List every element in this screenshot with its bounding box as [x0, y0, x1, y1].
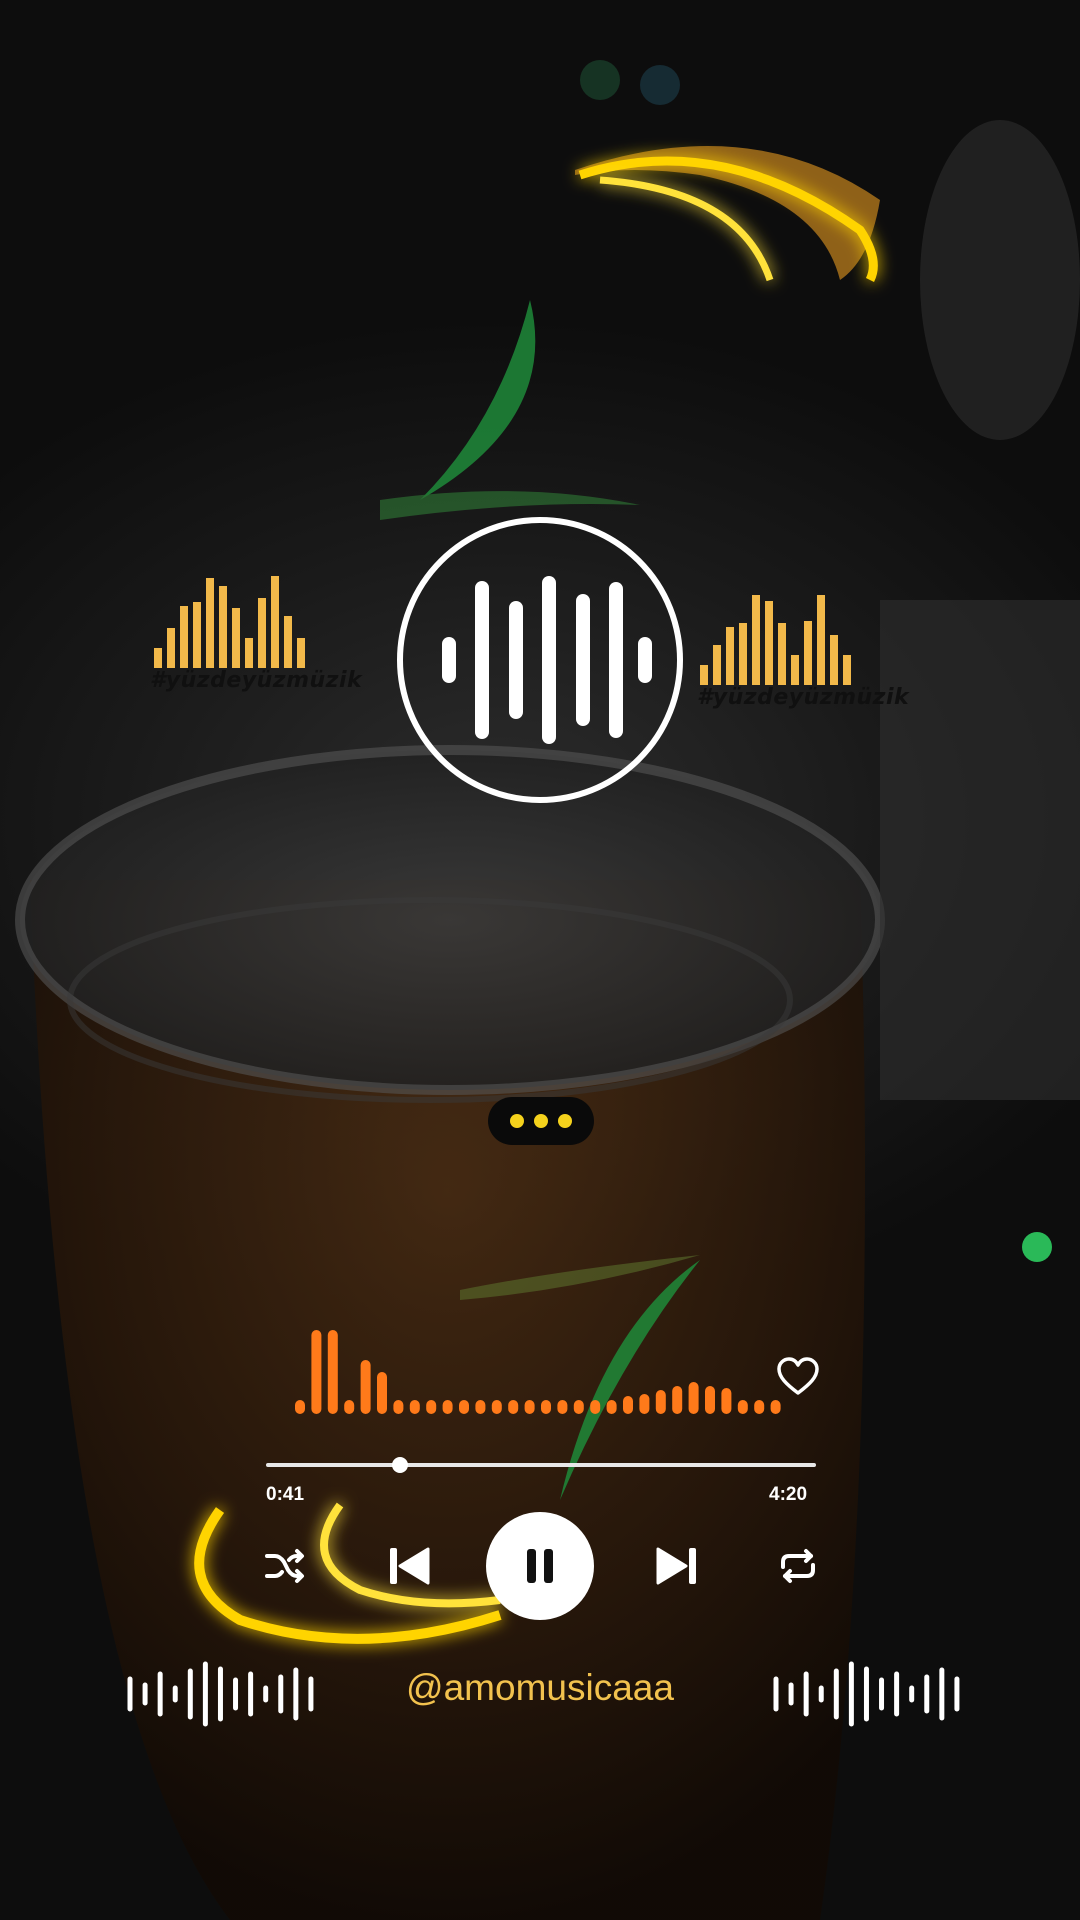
pause-icon	[527, 1549, 553, 1583]
waveform-bar	[721, 1388, 732, 1414]
equalizer-bar	[765, 601, 773, 685]
equalizer-bars-right	[700, 585, 851, 685]
equalizer-bar	[271, 576, 279, 668]
waveform-bar	[672, 1386, 683, 1414]
waveform-bar	[393, 1400, 404, 1414]
waveform-bar	[409, 1400, 420, 1414]
progress-bar[interactable]	[266, 1457, 816, 1473]
previous-button[interactable]	[386, 1543, 432, 1589]
waveform-bar	[311, 1330, 322, 1414]
equalizer-bar	[154, 648, 162, 668]
waveform-bar	[377, 1372, 387, 1414]
equalizer-bar	[258, 598, 266, 668]
equalizer-bar	[830, 635, 838, 685]
equalizer-bar	[817, 595, 825, 685]
equalizer-bar	[752, 595, 760, 685]
mini-waveform-right	[773, 1661, 960, 1727]
pause-button[interactable]	[486, 1512, 594, 1620]
waveform-bar	[770, 1400, 781, 1414]
skip-next-icon	[656, 1547, 696, 1585]
equalizer-bar	[804, 621, 812, 685]
waveform-bar	[541, 1400, 551, 1414]
music-player-story: #yüzdeyüzmüzik #yüzdeyüzmüzik 0:41 4:20 …	[0, 0, 1080, 1920]
equalizer-bar	[232, 608, 240, 668]
typing-dot	[510, 1114, 524, 1128]
typing-dot	[558, 1114, 572, 1128]
waveform-bar	[344, 1400, 355, 1414]
waveform-bar	[688, 1382, 699, 1414]
equalizer-right: #yüzdeyüzmüzik	[697, 585, 937, 715]
watermark-left: #yüzdeyüzmüzik	[150, 668, 363, 693]
shuffle-icon	[265, 1549, 304, 1583]
spotify-code-logo[interactable]	[397, 517, 683, 803]
skip-previous-icon	[390, 1547, 430, 1585]
equalizer-bar	[206, 578, 214, 668]
equalizer-bar	[739, 623, 747, 685]
logo-bars-icon	[442, 576, 652, 744]
waveform-bar	[491, 1400, 502, 1414]
waveform-bar	[426, 1400, 437, 1414]
waveform-bar	[754, 1400, 765, 1414]
repeat-button[interactable]	[776, 1546, 820, 1586]
equalizer-bar	[167, 628, 175, 668]
waveform-bar	[606, 1400, 617, 1414]
waveform-bar	[442, 1400, 453, 1414]
waveform-bar	[508, 1400, 519, 1414]
shuffle-button[interactable]	[262, 1546, 308, 1586]
total-duration: 4:20	[769, 1484, 808, 1505]
equalizer-bar	[726, 627, 734, 685]
waveform-bar	[705, 1386, 715, 1414]
repeat-icon	[781, 1549, 815, 1583]
waveform-bar	[459, 1400, 469, 1414]
equalizer-bar	[245, 638, 253, 668]
equalizer-bar	[180, 606, 188, 668]
heart-outline-icon[interactable]	[776, 1356, 820, 1396]
waveform-bar	[524, 1400, 535, 1414]
equalizer-bar	[297, 638, 305, 668]
waveform-bar	[327, 1330, 338, 1414]
waveform-bar	[655, 1390, 666, 1414]
artist-handle: @amomusicaaa	[406, 1667, 674, 1708]
equalizer-bar	[843, 655, 851, 685]
next-button[interactable]	[654, 1543, 700, 1589]
typing-dot	[534, 1114, 548, 1128]
typing-indicator	[488, 1097, 594, 1145]
watermark-right: #yüzdeyüzmüzik	[697, 685, 910, 710]
waveform-bar	[590, 1400, 601, 1414]
equalizer-bar	[700, 665, 708, 685]
mini-waveform-left	[127, 1661, 314, 1727]
waveform-bar	[639, 1394, 650, 1414]
equalizer-bar	[219, 586, 227, 668]
waveform-bar	[360, 1360, 371, 1414]
waveform-bar	[623, 1396, 633, 1414]
audio-waveform	[295, 1330, 781, 1414]
waveform-bar	[475, 1400, 486, 1414]
waveform-bar	[737, 1400, 748, 1414]
waveform-bar	[295, 1400, 305, 1414]
equalizer-bar	[778, 623, 786, 685]
waveform-bar	[557, 1400, 568, 1414]
equalizer-bar	[284, 616, 292, 668]
equalizer-bar	[193, 602, 201, 668]
equalizer-bar	[713, 645, 721, 685]
elapsed-time: 0:41	[266, 1484, 305, 1505]
waveform-bar	[573, 1400, 584, 1414]
equalizer-left: #yüzdeyüzmüzik	[150, 570, 390, 700]
background-tea-glass-image	[15, 60, 1080, 1920]
equalizer-bar	[791, 655, 799, 685]
equalizer-bars-left	[154, 570, 305, 668]
